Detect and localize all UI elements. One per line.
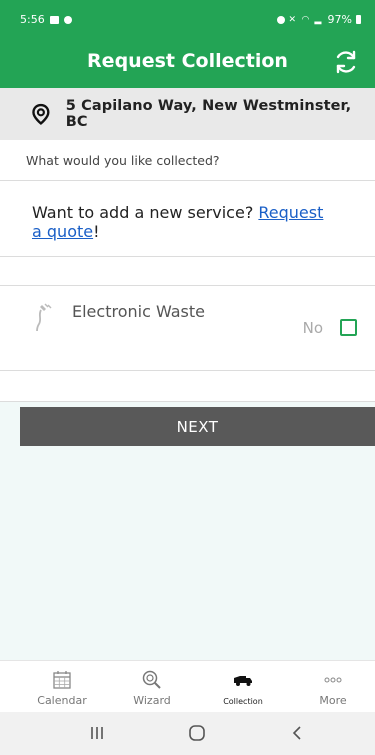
alarm-icon (276, 15, 285, 24)
tab-label-collection: Collection (223, 697, 263, 706)
service-checkbox[interactable] (340, 319, 357, 336)
tab-more[interactable]: More (293, 669, 373, 707)
tab-label-wizard: Wizard (133, 694, 171, 707)
back-icon[interactable] (287, 724, 307, 742)
refresh-icon[interactable] (333, 49, 359, 75)
location-pin-icon (32, 103, 50, 125)
tab-calendar[interactable]: Calendar (22, 669, 102, 707)
page-title: Request Collection (87, 50, 288, 72)
address-text: 5 Capilano Way, New Westminster, BC (65, 98, 352, 130)
wizard-search-icon (142, 670, 161, 689)
quote-suffix: ! (93, 222, 100, 241)
calendar-icon (53, 671, 71, 689)
mute-icon: ✕ (288, 15, 297, 25)
collection-question: What would you like collected? (0, 140, 375, 181)
signal-icon: ▂ (314, 15, 322, 25)
service-row-electronic-waste[interactable]: Electronic Waste No (0, 286, 375, 371)
status-time: 5:56 (20, 13, 45, 26)
messenger-icon (63, 15, 72, 24)
status-bar: 5:56 ✕ ◠ ▂ 97% (0, 0, 375, 38)
divider (0, 371, 375, 402)
plug-icon (36, 303, 52, 332)
address-bar[interactable]: 5 Capilano Way, New Westminster, BC (0, 88, 375, 140)
bottom-tab-bar: Calendar Wizard Collection More (0, 660, 375, 712)
battery-icon (356, 15, 361, 24)
new-service-prompt: Want to add a new service? Request a quo… (0, 181, 375, 257)
quote-prefix: Want to add a new service? (32, 203, 259, 222)
tab-wizard[interactable]: Wizard (112, 669, 192, 707)
service-toggle-text: No (302, 319, 323, 337)
tab-label-calendar: Calendar (37, 694, 87, 707)
home-icon[interactable] (187, 724, 207, 742)
truck-icon (234, 676, 252, 686)
more-dots-icon (324, 677, 342, 683)
notification-icon (49, 15, 59, 24)
system-nav-bar (0, 712, 375, 755)
battery-percent: 97% (327, 13, 352, 26)
service-label: Electronic Waste (72, 302, 206, 321)
tab-label-more: More (319, 694, 347, 707)
app-header: Request Collection (0, 38, 375, 88)
divider (0, 257, 375, 286)
next-button[interactable]: NEXT (20, 407, 375, 446)
recent-apps-icon[interactable] (87, 724, 107, 742)
tab-collection[interactable]: Collection (203, 669, 283, 706)
wifi-icon: ◠ (301, 15, 310, 25)
